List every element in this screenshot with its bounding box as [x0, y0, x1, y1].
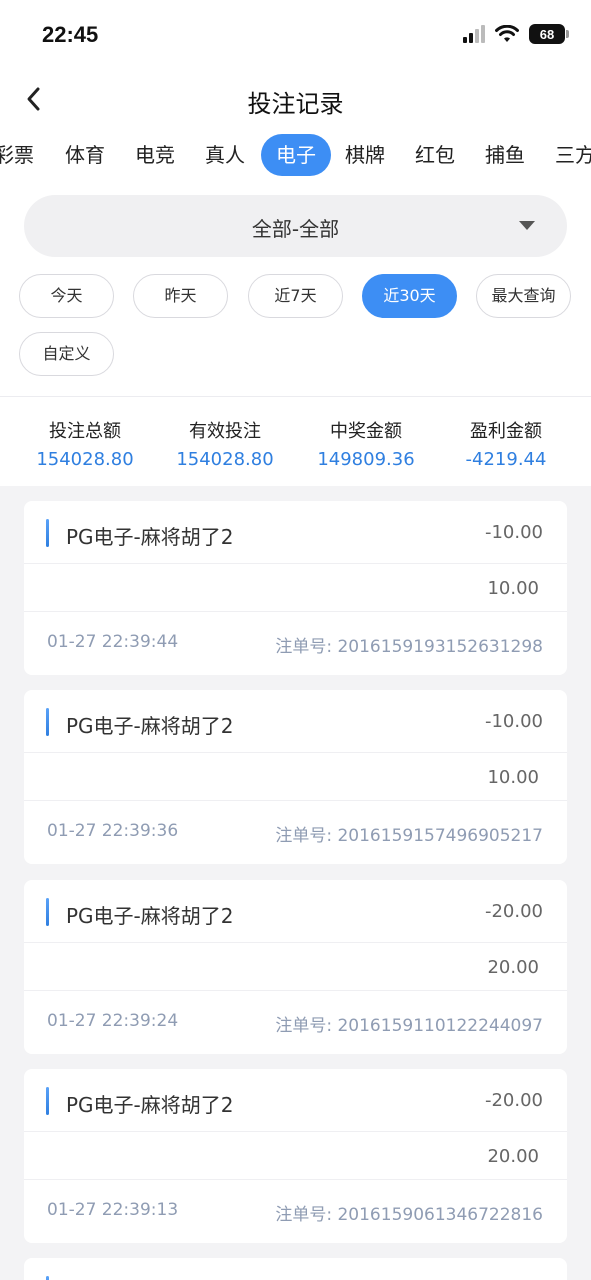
record-time: 01-27 22:39:44	[47, 632, 179, 652]
divider	[24, 752, 567, 753]
summary-label: 中奖金额	[330, 421, 402, 442]
record-profit: -10.00	[484, 711, 543, 732]
order-number: 2016159061346722816	[337, 1205, 543, 1225]
summary-valid-bet: 有效投注 154028.80	[155, 417, 295, 470]
summary-label: 投注总额	[49, 421, 121, 442]
record-order: 注单号: 2016159061346722816	[275, 1200, 543, 1225]
summary-value: 154028.80	[176, 449, 274, 470]
record-time: 01-27 22:39:24	[47, 1011, 179, 1031]
order-label: 注单号:	[275, 826, 333, 846]
record-order: 注单号: 2016159110122244097	[275, 1011, 543, 1036]
order-number: 2016159110122244097	[337, 1016, 543, 1036]
record-order: 注单号: 2016159157496905217	[275, 821, 543, 846]
record-bet-amount: 20.00	[487, 957, 539, 978]
cellular-signal-icon	[463, 25, 485, 43]
tab-red-packet[interactable]: 红包	[415, 134, 455, 176]
record-bet-amount: 10.00	[487, 578, 539, 599]
battery-icon: 68	[529, 24, 569, 44]
divider	[24, 1131, 567, 1132]
bet-record-card-partial[interactable]	[24, 1258, 567, 1280]
record-time: 01-27 22:39:13	[47, 1200, 179, 1220]
status-bar: 22:45 68	[0, 0, 591, 70]
tab-live-casino[interactable]: 真人	[205, 134, 245, 176]
accent-bar	[46, 708, 49, 736]
summary-winnings: 中奖金额 149809.36	[296, 417, 436, 470]
accent-bar	[46, 1087, 49, 1115]
record-game-title: PG电子-麻将胡了2	[66, 525, 234, 549]
tab-esports[interactable]: 电竞	[135, 134, 175, 176]
record-bet-amount: 10.00	[487, 767, 539, 788]
divider	[24, 1179, 567, 1180]
tab-chess-cards[interactable]: 棋牌	[345, 134, 385, 176]
divider	[24, 611, 567, 612]
record-bet-amount: 20.00	[487, 1146, 539, 1167]
bet-record-card[interactable]: PG电子-麻将胡了2 -20.00 20.00 01-27 22:39:24 注…	[24, 880, 567, 1054]
tab-fishing[interactable]: 捕鱼	[485, 134, 525, 176]
divider	[24, 563, 567, 564]
summary-value: 154028.80	[36, 449, 134, 470]
summary-panel: 投注总额 154028.80 有效投注 154028.80 中奖金额 14980…	[0, 396, 591, 486]
game-filter-select[interactable]: 全部-全部	[24, 195, 567, 257]
game-filter-value: 全部-全部	[251, 217, 340, 241]
bet-record-card[interactable]: PG电子-麻将胡了2 -10.00 10.00 01-27 22:39:44 注…	[24, 501, 567, 675]
record-game-title: PG电子-麻将胡了2	[66, 714, 234, 738]
summary-value: 149809.36	[317, 449, 415, 470]
caret-down-icon	[519, 221, 535, 230]
record-game-title: PG电子-麻将胡了2	[66, 1093, 234, 1117]
wifi-icon	[495, 25, 519, 42]
summary-label: 盈利金额	[470, 421, 542, 442]
accent-bar	[46, 898, 49, 926]
tab-lottery[interactable]: 彩票	[0, 134, 34, 176]
chip-yesterday[interactable]: 昨天	[133, 274, 228, 318]
summary-label: 有效投注	[189, 421, 261, 442]
summary-total-bet: 投注总额 154028.80	[15, 417, 155, 470]
bet-record-card[interactable]: PG电子-麻将胡了2 -10.00 10.00 01-27 22:39:36 注…	[24, 690, 567, 864]
summary-profit: 盈利金额 -4219.44	[436, 417, 576, 470]
category-tabs: 彩票 体育 电竞 真人 电子 棋牌 红包 捕鱼 三方	[0, 130, 591, 182]
summary-value: -4219.44	[465, 449, 547, 470]
chip-max-query[interactable]: 最大查询	[476, 274, 571, 318]
order-label: 注单号:	[275, 1016, 333, 1036]
chip-today[interactable]: 今天	[19, 274, 114, 318]
accent-bar	[46, 519, 49, 547]
tab-electronic[interactable]: 电子	[261, 134, 331, 176]
bet-record-card[interactable]: PG电子-麻将胡了2 -20.00 20.00 01-27 22:39:13 注…	[24, 1069, 567, 1243]
chip-last-7-days[interactable]: 近7天	[248, 274, 343, 318]
chip-custom[interactable]: 自定义	[19, 332, 114, 376]
record-profit: -20.00	[484, 901, 543, 922]
tab-sports[interactable]: 体育	[65, 134, 105, 176]
order-label: 注单号:	[275, 1205, 333, 1225]
record-order: 注单号: 2016159193152631298	[275, 632, 543, 657]
status-icons: 68	[463, 24, 569, 44]
tab-third-party[interactable]: 三方	[555, 134, 591, 176]
chip-last-30-days[interactable]: 近30天	[362, 274, 457, 318]
accent-bar	[46, 1276, 49, 1280]
order-number: 2016159157496905217	[337, 826, 543, 846]
record-profit: -10.00	[484, 522, 543, 543]
status-time: 22:45	[42, 22, 99, 47]
divider	[24, 800, 567, 801]
divider	[24, 942, 567, 943]
record-game-title: PG电子-麻将胡了2	[66, 904, 234, 928]
divider	[24, 990, 567, 991]
order-label: 注单号:	[275, 637, 333, 657]
record-profit: -20.00	[484, 1090, 543, 1111]
order-number: 2016159193152631298	[337, 637, 543, 657]
nav-bar: 投注记录	[0, 70, 591, 130]
page-title: 投注记录	[247, 90, 344, 118]
record-time: 01-27 22:39:36	[47, 821, 179, 841]
